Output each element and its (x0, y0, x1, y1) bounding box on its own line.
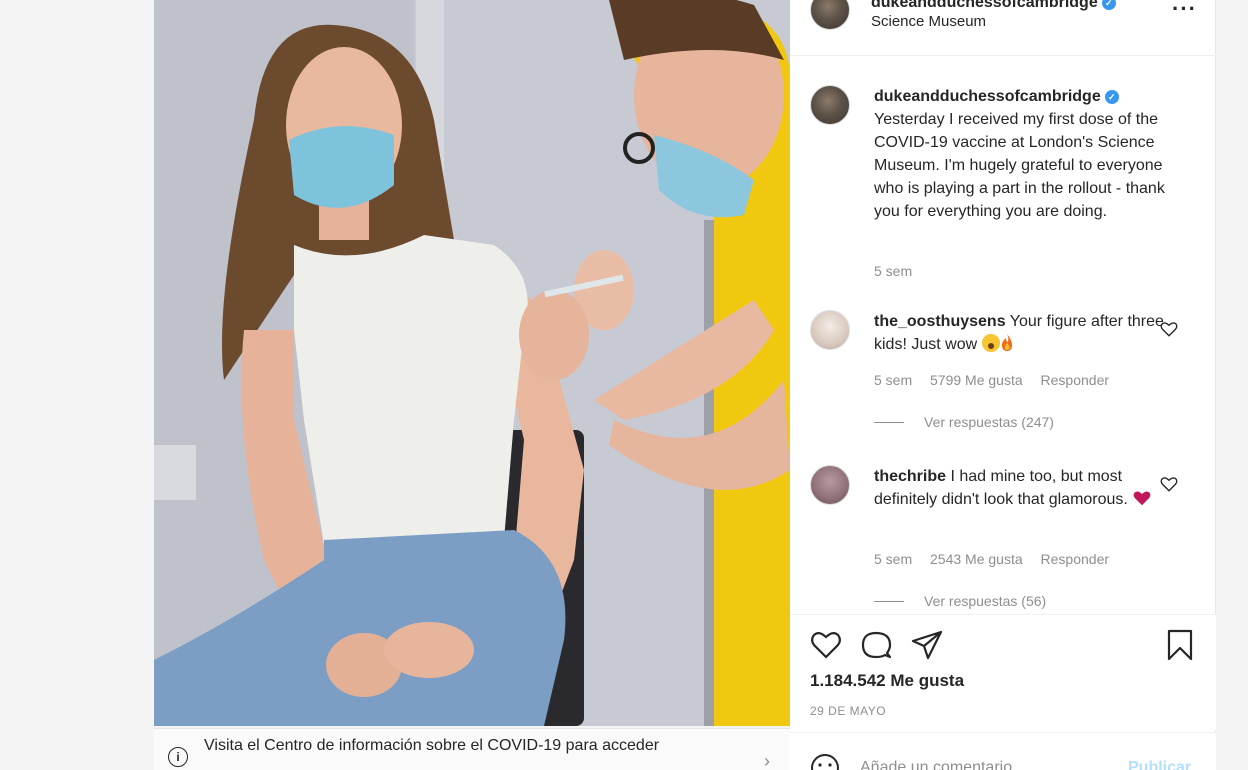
post-date: 29 DE MAYO (810, 704, 887, 718)
add-comment-bar: Añade un comentario... Publicar (790, 732, 1216, 770)
share-send-icon[interactable] (911, 629, 943, 661)
caption-username[interactable]: dukeandduchessofcambridge ✓ (874, 88, 1119, 105)
view-replies-button[interactable]: Ver respuestas (56) (874, 593, 1046, 609)
chevron-right-icon: › (764, 751, 770, 770)
replies-divider (874, 600, 904, 602)
avatar[interactable] (810, 310, 850, 350)
comment-username[interactable]: thechribe (874, 468, 946, 485)
comment-text-block: thechribe I had mine too, but most defin… (874, 465, 1170, 511)
publish-button[interactable]: Publicar (1128, 759, 1191, 770)
comment-likes[interactable]: 5799 Me gusta (930, 372, 1023, 388)
post-author-username[interactable]: dukeandduchessofcambridge ✓ (871, 0, 1116, 12)
avatar[interactable] (810, 0, 850, 30)
post-side-panel: dukeandduchessofcambridge ✓ Science Museu… (790, 0, 1216, 770)
caption-text: Yesterday I received my first dose of th… (874, 111, 1165, 220)
caption-text-block: dukeandduchessofcambridge ✓ Yesterday I r… (874, 85, 1170, 223)
comment-likes[interactable]: 2543 Me gusta (930, 551, 1023, 567)
instagram-post-view: i Visita el Centro de información sobre … (0, 0, 1248, 770)
heart-emoji-icon (1133, 491, 1151, 506)
verified-badge-icon: ✓ (1104, 89, 1119, 104)
post-location[interactable]: Science Museum (871, 13, 986, 30)
reply-button[interactable]: Responder (1041, 372, 1110, 388)
reply-button[interactable]: Responder (1041, 551, 1110, 567)
comment-meta: 5 sem 5799 Me gusta Responder (874, 372, 1123, 388)
comment-time: 5 sem (874, 372, 913, 388)
view-replies-label: Ver respuestas (247) (924, 414, 1054, 430)
view-replies-button[interactable]: Ver respuestas (247) (874, 414, 1054, 430)
comment-meta: 5 sem 2543 Me gusta Responder (874, 551, 1123, 567)
verified-badge-icon: ✓ (1101, 0, 1116, 10)
fire-emoji-icon (1001, 334, 1012, 351)
caption-time: 5 sem (874, 263, 913, 279)
like-comment-heart-icon[interactable] (1160, 475, 1178, 493)
covid-info-banner[interactable]: i Visita el Centro de información sobre … (154, 728, 790, 770)
comment-text-block: the_oosthuysens Your figure after three … (874, 310, 1170, 356)
save-bookmark-icon[interactable] (1164, 629, 1196, 661)
comment-time: 5 sem (874, 551, 913, 567)
like-comment-heart-icon[interactable] (1160, 320, 1178, 338)
info-icon: i (168, 746, 188, 767)
covid-banner-text: Visita el Centro de información sobre el… (204, 736, 660, 754)
replies-divider (874, 421, 904, 423)
like-heart-icon[interactable] (810, 629, 842, 661)
more-options-icon[interactable]: ··· (1172, 0, 1197, 22)
post-actions: 1.184.542 Me gusta 29 DE MAYO (790, 614, 1216, 730)
view-replies-label: Ver respuestas (56) (924, 593, 1047, 609)
vaccination-photo-illustration (154, 0, 790, 726)
post-header: dukeandduchessofcambridge ✓ Science Museu… (790, 0, 1216, 56)
avatar[interactable] (810, 85, 850, 125)
comment-bubble-icon[interactable] (860, 629, 892, 661)
emoji-smiley-icon[interactable] (810, 753, 840, 770)
likes-count[interactable]: 1.184.542 Me gusta (810, 671, 964, 691)
comment-input[interactable]: Añade un comentario... (860, 759, 1025, 770)
comment-username[interactable]: the_oosthuysens (874, 313, 1006, 330)
astonished-face-emoji-icon (981, 334, 1000, 352)
comments-list[interactable]: dukeandduchessofcambridge ✓ Yesterday I r… (790, 57, 1216, 613)
avatar[interactable] (810, 465, 850, 505)
post-photo[interactable] (154, 0, 790, 726)
